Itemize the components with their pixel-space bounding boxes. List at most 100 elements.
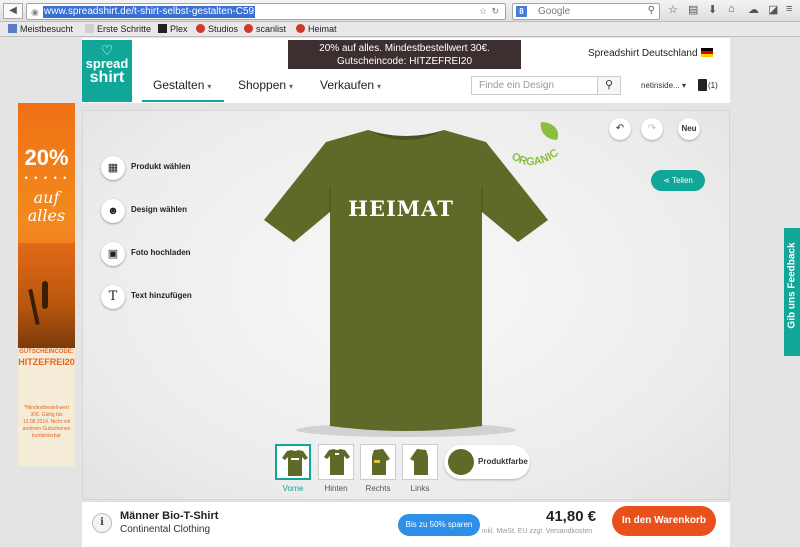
product-name: Männer Bio-T-Shirt (120, 510, 219, 522)
redo-icon[interactable]: ↷ (641, 118, 663, 140)
home-icon[interactable]: ⌂ (728, 3, 735, 15)
country-label: Spreadshirt Deutschland (588, 48, 698, 59)
country-selector[interactable]: Spreadshirt Deutschland (588, 48, 713, 59)
nav-shoppen[interactable]: Shoppen ▾ (238, 78, 293, 92)
chevron-down-icon: ▾ (207, 82, 212, 91)
text-icon: T (101, 285, 125, 309)
url-bar[interactable]: ◉ www.spreadshirt.de/t-shirt-selbst-gest… (26, 3, 506, 20)
tool-label: Produkt wählen (131, 162, 191, 171)
shopping-bag-icon (698, 79, 707, 91)
promo-ad[interactable]: 20% • • • • • auf alles GUTSCHEINCODE: HI… (18, 103, 75, 466)
star-icon[interactable]: ☆ (479, 6, 487, 17)
view-thumb-back[interactable] (318, 444, 354, 480)
tool-label: Design wählen (131, 205, 188, 214)
promo-banner[interactable]: 20% auf alles. Mindestbestellwert 30€. G… (288, 40, 521, 69)
mini-shirt-icon (372, 449, 390, 475)
design-search[interactable]: Finde ein Design ⚲ (471, 76, 621, 95)
promo-line2: Gutscheincode: HITZEFREI20 (336, 56, 473, 67)
user-menu[interactable]: netinside... ▾ (641, 81, 686, 90)
color-swatch (448, 449, 474, 475)
tool-label: Foto hochladen (131, 248, 191, 257)
browser-search-placeholder: Google (538, 6, 571, 17)
url-text[interactable]: www.spreadshirt.de/t-shirt-selbst-gestal… (43, 6, 256, 18)
active-nav-indicator (142, 100, 224, 102)
ad-text: auf alles (18, 189, 75, 225)
photo-upload-icon: ▣ (101, 242, 125, 266)
bookmark-plex[interactable]: Plex (158, 24, 188, 34)
bookmark-icon (296, 24, 305, 33)
chevron-down-icon: ▾ (289, 82, 294, 91)
view-thumb-front[interactable] (275, 444, 311, 480)
nav-gestalten[interactable]: Gestalten ▾ (153, 78, 211, 92)
info-icon[interactable]: i (92, 513, 112, 533)
ad-line2: alles (27, 206, 66, 225)
ad-code-label: GUTSCHEINCODE: (19, 349, 74, 355)
product-color-button[interactable]: Produktfarbe (444, 445, 530, 479)
mini-shirt-icon (324, 449, 350, 475)
bookmark-erste-schritte[interactable]: Erste Schritte (85, 24, 151, 34)
view-label-front[interactable]: Vorne (273, 484, 313, 493)
bookmark-star-icon[interactable]: ☆ (668, 3, 678, 16)
mini-shirt-icon (410, 449, 428, 475)
view-label-left[interactable]: Links (400, 484, 440, 493)
download-icon[interactable]: ⬇ (708, 3, 717, 16)
addon-icon[interactable]: ◪ (768, 3, 778, 16)
feedback-label: Gib uns Feedback (786, 242, 798, 329)
bookmark-meistbesucht[interactable]: Meistbesucht (8, 24, 73, 34)
spreadshirt-logo[interactable]: ♡ spread shirt (82, 40, 132, 102)
new-button[interactable]: Neu (678, 118, 700, 140)
google-icon: 8 (516, 6, 527, 17)
reading-list-icon[interactable]: ▤ (688, 3, 698, 16)
chevron-down-icon: ▾ (681, 81, 686, 90)
add-to-cart-button[interactable]: In den Warenkorb (612, 506, 716, 536)
ad-fine-print: *Mindestbestell-wert 30€. Gültig bis 12.… (22, 405, 71, 439)
logo-line2: shirt (89, 69, 125, 86)
shirt-body (264, 130, 548, 431)
bookmark-heimat[interactable]: Heimat (296, 24, 337, 34)
sync-icon[interactable]: ☁ (748, 3, 759, 16)
bookmark-icon (244, 24, 253, 33)
smiley-icon: ☻ (101, 199, 125, 223)
ad-code: HITZEFREI20 (18, 357, 75, 367)
nav-verkaufen[interactable]: Verkaufen ▾ (320, 78, 381, 92)
view-label-right[interactable]: Rechts (358, 484, 398, 493)
back-icon[interactable]: ◀ (3, 3, 23, 19)
ad-line1: auf (33, 188, 60, 207)
design-search-placeholder: Finde ein Design (479, 80, 555, 91)
share-label: Teilen (671, 176, 693, 185)
bookmark-icon (196, 24, 205, 33)
browser-toolbar: ◀ ◉ www.spreadshirt.de/t-shirt-selbst-ge… (0, 0, 800, 22)
view-label-back[interactable]: Hinten (316, 484, 356, 493)
nav-label: Shoppen (238, 78, 287, 92)
bookmark-studios[interactable]: Studios (196, 24, 238, 34)
bookmarks-bar: Meistbesucht Erste Schritte Plex Studios… (0, 22, 800, 37)
browser-search[interactable]: 8 Google ⚲ (512, 3, 660, 20)
bookmark-scanlist[interactable]: scanlist (244, 24, 286, 34)
reload-icon[interactable]: ↻ (491, 6, 499, 17)
promo-line1: 20% auf alles. Mindestbestellwert 30€. (319, 43, 490, 54)
share-button[interactable]: ⋖ Teilen (651, 170, 705, 191)
globe-icon: ◉ (31, 7, 39, 17)
menu-icon[interactable]: ≡ (786, 3, 792, 15)
view-thumb-left[interactable] (402, 444, 438, 480)
tshirt-front (264, 130, 548, 437)
bookmark-label: Meistbesucht (20, 24, 74, 34)
save-offer-button[interactable]: Bis zu 50% sparen (398, 514, 480, 536)
undo-icon[interactable]: ↶ (609, 118, 631, 140)
view-thumb-right[interactable] (360, 444, 396, 480)
page-icon (85, 24, 94, 33)
feedback-tab[interactable]: Gib uns Feedback (784, 228, 800, 356)
bookmark-label: Erste Schritte (97, 24, 152, 34)
nav-label: Verkaufen (320, 78, 375, 92)
search-icon[interactable]: ⚲ (648, 5, 655, 16)
product-brand: Continental Clothing (120, 524, 211, 535)
nav-label: Gestalten (153, 78, 205, 92)
cart-link[interactable]: (1) (698, 79, 718, 91)
plex-icon (158, 24, 167, 33)
german-flag-icon (700, 48, 713, 57)
search-icon[interactable]: ⚲ (597, 76, 621, 95)
color-label: Produktfarbe (478, 457, 528, 466)
user-name: netinside... (641, 81, 680, 90)
design-text-heimat[interactable]: HEIMAT (296, 196, 506, 221)
bookmark-label: Heimat (308, 24, 337, 34)
